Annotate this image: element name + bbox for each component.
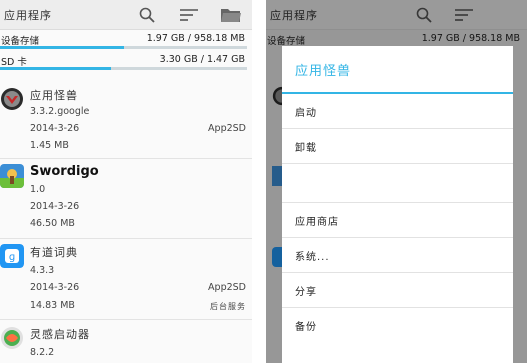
device-storage-row: 设备存储 1.97 GB / 958.18 MB [0,30,252,51]
sort-icon[interactable] [179,7,199,23]
search-icon[interactable] [138,6,156,24]
dialog-title: 应用怪兽 [282,46,513,94]
app-manager-screen-left: 应用程序 设备存储 1.97 GB / 958.18 MB SD 卡 3.30 … [0,0,252,363]
storage-label: 设备存储 [1,36,40,47]
sd-bar-fill [0,67,112,70]
app-size: 14.83 MB [30,300,75,311]
storage-bar [0,46,247,49]
monster-app-icon [0,87,24,111]
list-item[interactable]: Swordigo 1.0 2014-3-26 46.50 MB [0,159,252,239]
sd-label: SD 卡 [1,57,27,68]
app-tag: App2SD [208,123,246,134]
app-version: 8.2.2 [30,347,55,358]
swordigo-app-icon [0,164,24,188]
sd-value: 3.30 GB / 1.47 GB [159,54,245,65]
app-name: Swordigo [30,164,99,179]
app-note: 后台服务 [210,302,246,311]
menu-item-uninstall[interactable]: 卸载 [282,129,513,164]
sd-bar [0,67,247,70]
app-bar: 应用程序 [0,0,252,30]
app-version: 4.3.3 [30,265,55,276]
page-title: 应用程序 [4,8,52,22]
menu-item-system[interactable]: 系统... [282,238,513,273]
app-version: 3.3.2.google [30,106,90,117]
app-date: 2014-3-26 [30,123,80,134]
app-name: 灵感启动器 [30,328,90,341]
list-item[interactable]: ɡ 有道词典 4.3.3 2014-3-26 App2SD 14.83 MB 后… [0,239,252,320]
app-size: 46.50 MB [30,218,75,229]
app-manager-screen-right: 应用程序 设备存储 1.97 GB / 958.18 MB 应用怪兽 启动 卸载… [266,0,527,363]
menu-item-share[interactable]: 分享 [282,273,513,308]
menu-item-app-store[interactable]: 应用商店 [282,203,513,238]
app-size: 1.45 MB [30,140,69,151]
menu-item-backup[interactable]: 备份 [282,308,513,343]
svg-text:ɡ: ɡ [9,252,15,263]
app-tag: App2SD [208,282,246,293]
app-list: 应用怪兽 3.3.2.google 2014-3-26 App2SD 1.45 … [0,79,252,363]
toolbar-icons [138,0,242,30]
folder-icon[interactable] [220,6,242,24]
app-date: 2014-3-26 [30,201,80,212]
youdao-app-icon: ɡ [0,244,24,268]
storage-bar-fill [0,46,124,49]
app-date: 2014-3-26 [30,282,80,293]
list-item[interactable]: 灵感启动器 8.2.2 [0,320,252,363]
sd-card-row: SD 卡 3.30 GB / 1.47 GB [0,51,252,72]
list-item[interactable]: 应用怪兽 3.3.2.google 2014-3-26 App2SD 1.45 … [0,79,252,159]
app-version: 1.0 [30,184,46,195]
app-name: 有道词典 [30,246,78,259]
panel-divider [252,0,266,363]
storage-value: 1.97 GB / 958.18 MB [146,33,245,44]
launcher-app-icon [0,326,24,350]
app-actions-dialog: 应用怪兽 启动 卸载 应用商店 系统... 分享 备份 [282,46,513,363]
menu-item-launch[interactable]: 启动 [282,94,513,129]
app-name: 应用怪兽 [30,89,78,102]
menu-item-blank[interactable] [282,164,513,203]
